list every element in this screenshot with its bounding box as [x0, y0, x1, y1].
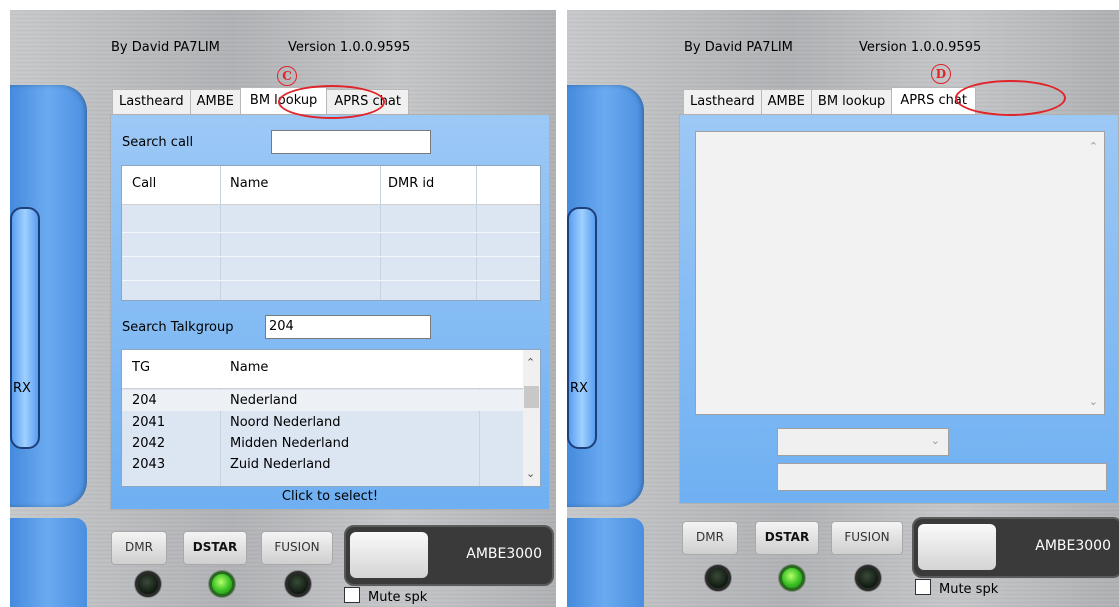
highlight-ellipse — [278, 85, 385, 119]
rx-label: RX — [570, 381, 588, 396]
message-input[interactable] — [777, 463, 1107, 491]
col-call[interactable]: Call — [132, 176, 156, 191]
search-talkgroup-input[interactable]: 204 — [265, 315, 431, 339]
tab-ambe[interactable]: AMBE — [760, 89, 812, 114]
fusion-button[interactable]: FUSION — [831, 521, 903, 555]
fusion-led — [285, 571, 311, 597]
col-tg-name[interactable]: Name — [230, 360, 268, 375]
call-grid-header: Call Name DMR id — [122, 166, 540, 205]
scroll-up-icon[interactable]: ⌃ — [526, 356, 535, 369]
rx-side-panel — [567, 85, 644, 507]
dstar-button[interactable]: DSTAR — [183, 531, 247, 565]
annotation-marker: C — [277, 66, 297, 86]
mute-label: Mute spk — [368, 590, 428, 605]
rx-level-bar — [10, 207, 40, 449]
table-row[interactable]: 204 Nederland — [122, 390, 523, 411]
scroll-down-icon[interactable]: ⌄ — [1089, 395, 1098, 408]
chat-log[interactable]: ⌃ ⌄ — [695, 131, 1105, 415]
author-label: By David PA7LIM — [111, 40, 220, 55]
dstar-button[interactable]: DSTAR — [755, 521, 819, 555]
ambe-label: AMBE3000 — [466, 546, 542, 562]
rx-level-bar — [567, 207, 597, 449]
talkgroup-grid-header: TG Name — [122, 350, 540, 389]
bm-lookup-panel: Search call Call Name DMR id Search Talk… — [110, 114, 550, 510]
chevron-down-icon[interactable]: ⌄ — [931, 434, 940, 447]
dstar-led — [779, 565, 805, 591]
click-to-select-hint: Click to select! — [281, 489, 379, 504]
dstar-led — [209, 571, 235, 597]
tab-bm-lookup[interactable]: BM lookup — [810, 89, 893, 114]
dmr-button[interactable]: DMR — [111, 531, 167, 565]
version-label: Version 1.0.0.9595 — [288, 40, 411, 55]
tg-cell: 2041 — [132, 415, 166, 430]
tab-lastheard[interactable]: Lastheard — [683, 89, 762, 114]
ambe-label: AMBE3000 — [1035, 538, 1111, 554]
dmr-led — [705, 565, 731, 591]
tg-cell: 2043 — [132, 457, 166, 472]
call-grid[interactable]: Call Name DMR id — [121, 165, 541, 301]
tg-name-cell: Zuid Nederland — [230, 457, 331, 472]
ambe-device-button[interactable]: AMBE3000 — [344, 525, 554, 586]
table-row[interactable]: 2042 Midden Nederland — [122, 433, 523, 454]
mute-label: Mute spk — [939, 582, 999, 597]
dmr-led — [135, 571, 161, 597]
talkgroup-scrollbar[interactable]: ⌃ ⌄ — [523, 350, 540, 486]
author-label: By David PA7LIM — [684, 40, 793, 55]
checkbox-icon[interactable] — [344, 587, 360, 603]
rx-side-panel — [10, 85, 87, 507]
rx-label: RX — [13, 381, 31, 396]
search-talkgroup-label: Search Talkgroup — [122, 320, 234, 335]
ambe-device-button[interactable]: AMBE3000 — [912, 517, 1119, 578]
tg-name-cell: Noord Nederland — [230, 415, 341, 430]
mute-speaker-checkbox[interactable]: Mute spk — [344, 587, 427, 605]
scroll-thumb[interactable] — [524, 386, 539, 408]
checkbox-icon[interactable] — [915, 579, 931, 595]
search-call-input[interactable] — [271, 130, 431, 154]
scroll-down-icon[interactable]: ⌄ — [526, 467, 535, 480]
tg-name-cell: Midden Nederland — [230, 436, 350, 451]
version-label: Version 1.0.0.9595 — [859, 40, 982, 55]
annotation-marker: D — [931, 64, 951, 84]
dmr-button[interactable]: DMR — [682, 521, 738, 555]
tab-strip: Lastheard AMBE BM lookup APRS chat — [683, 87, 976, 114]
talkgroup-grid[interactable]: TG Name 204 Nederland 2041 Noord Nederla… — [121, 349, 541, 487]
tab-lastheard[interactable]: Lastheard — [112, 89, 191, 114]
right-panel: By David PA7LIM Version 1.0.0.9595 RX La… — [567, 10, 1119, 607]
scroll-up-icon[interactable]: ⌃ — [1089, 140, 1098, 153]
highlight-ellipse — [955, 80, 1066, 116]
tg-cell: 204 — [132, 393, 157, 408]
search-call-label: Search call — [122, 135, 194, 150]
mute-speaker-checkbox[interactable]: Mute spk — [915, 579, 998, 597]
tab-ambe[interactable]: AMBE — [189, 89, 241, 114]
col-name[interactable]: Name — [230, 176, 268, 191]
callsign-dropdown[interactable]: ⌄ — [777, 428, 949, 456]
divider — [556, 0, 567, 607]
side-panel-bottom — [567, 518, 644, 607]
col-dmr-id[interactable]: DMR id — [388, 176, 434, 191]
left-panel: By David PA7LIM Version 1.0.0.9595 RX La… — [10, 10, 562, 607]
fusion-led — [855, 565, 881, 591]
ambe-knob — [350, 532, 428, 578]
col-tg[interactable]: TG — [132, 360, 150, 375]
ambe-knob — [918, 524, 996, 570]
table-row[interactable]: 2043 Zuid Nederland — [122, 454, 523, 475]
tg-cell: 2042 — [132, 436, 166, 451]
tg-name-cell: Nederland — [230, 393, 298, 408]
table-row[interactable]: 2041 Noord Nederland — [122, 412, 523, 433]
fusion-button[interactable]: FUSION — [261, 531, 333, 565]
aprs-chat-panel: ⌃ ⌄ ⌄ — [679, 114, 1119, 504]
side-panel-bottom — [10, 518, 87, 607]
